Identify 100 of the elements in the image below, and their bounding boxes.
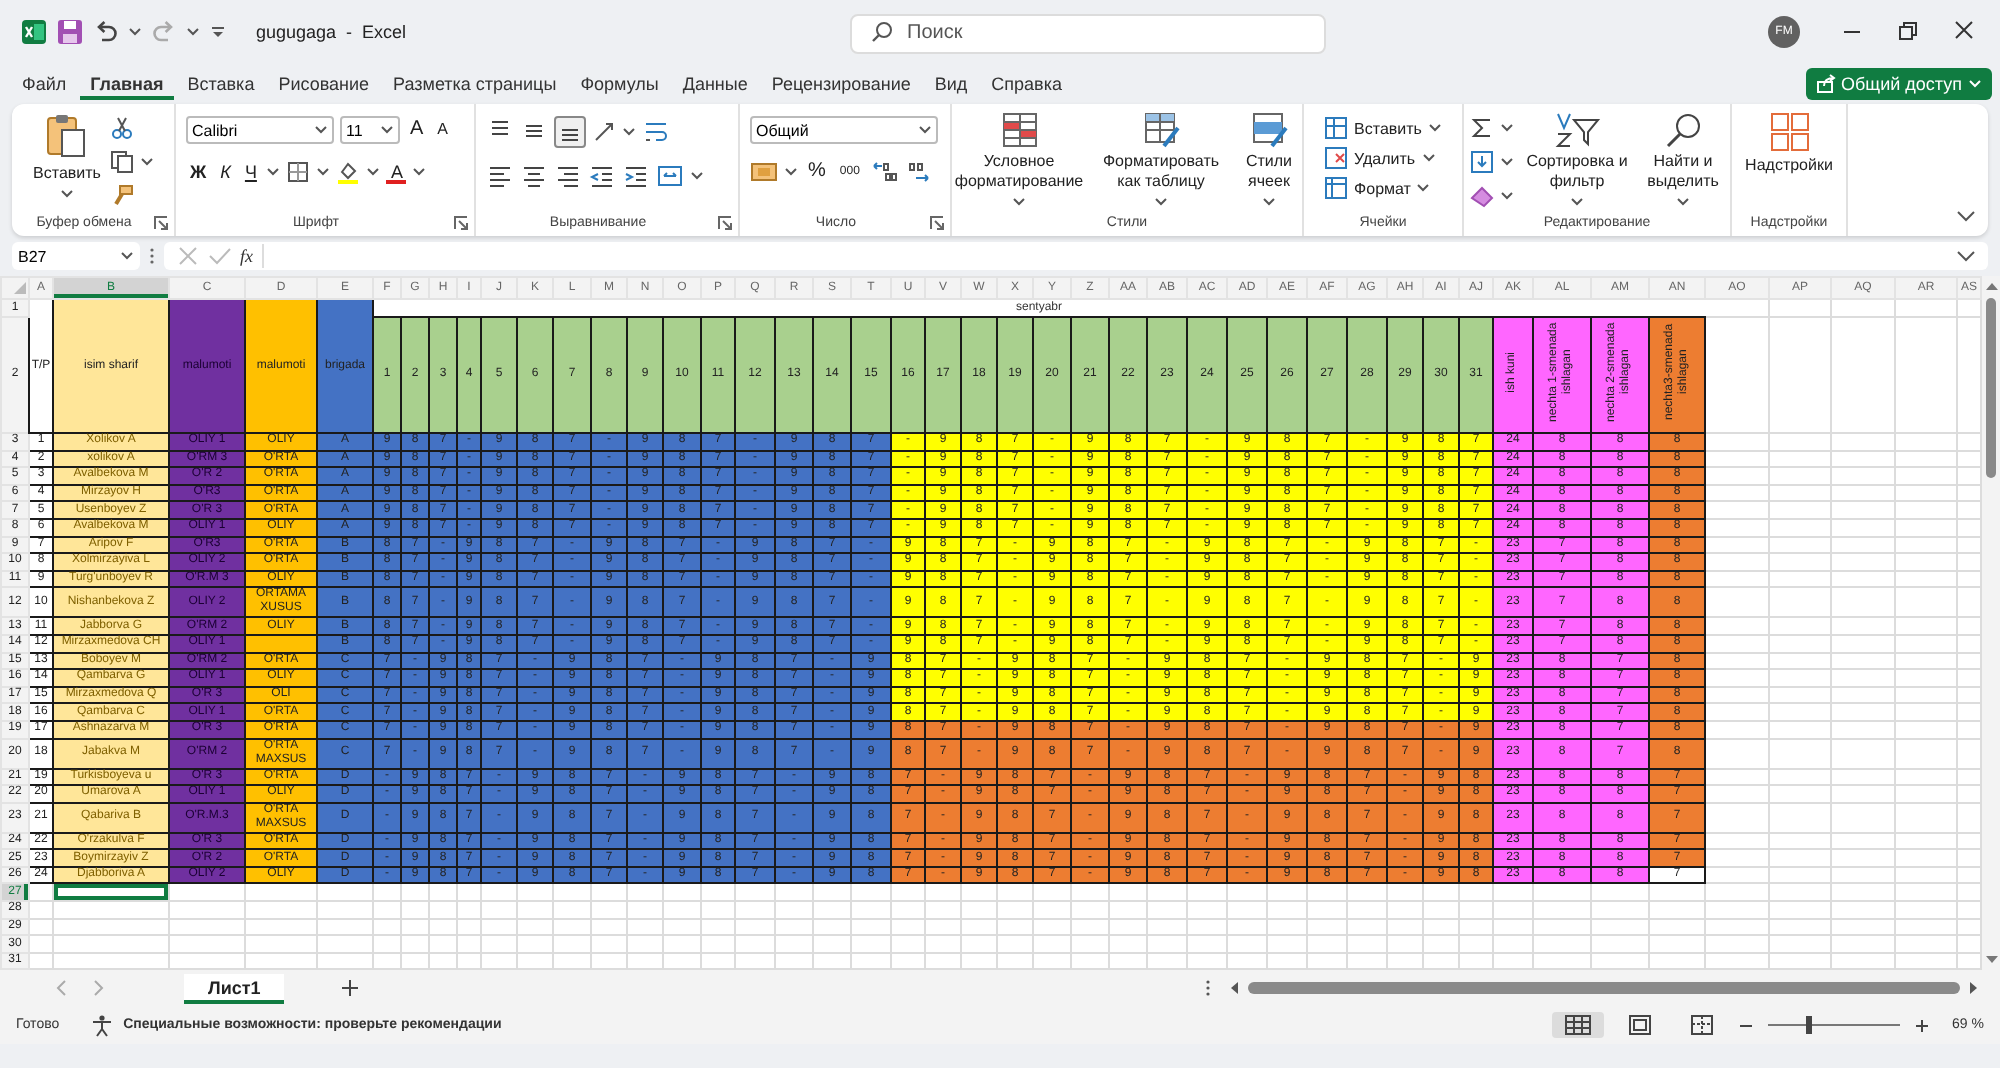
caret-icon[interactable] (690, 170, 704, 182)
dialog-launcher-icon[interactable] (718, 215, 732, 229)
brush-icon[interactable] (110, 184, 135, 208)
paste-button[interactable]: Вставить (31, 112, 103, 200)
style-button[interactable]: Форматировать как таблицу (1095, 112, 1227, 208)
scrollbar-thumb[interactable] (1248, 982, 1960, 995)
caret-icon[interactable] (1499, 156, 1513, 168)
share-button[interactable]: Общий доступ (1805, 68, 1992, 100)
dropdown-icon[interactable] (208, 22, 228, 42)
caret-icon[interactable] (1570, 196, 1584, 208)
copy-icon[interactable] (110, 150, 135, 174)
spreadsheet-icon[interactable] (20, 18, 48, 46)
caret-icon[interactable] (784, 166, 798, 178)
font-color-button[interactable]: A (386, 160, 407, 184)
caret-icon[interactable] (622, 126, 636, 138)
increase-decimal-icon[interactable] (869, 160, 898, 184)
style-button[interactable]: Условное форматирование (951, 112, 1087, 208)
eraser-icon[interactable] (1469, 184, 1493, 208)
menu-tab[interactable]: Главная (80, 68, 174, 100)
caret-icon[interactable] (1499, 122, 1513, 134)
grow-font-button[interactable]: A (406, 118, 428, 142)
search-field[interactable]: Поиск (849, 13, 1326, 53)
align-left-icon[interactable] (486, 164, 514, 188)
layout-view-icon (1626, 1014, 1655, 1037)
align-right-icon[interactable] (554, 164, 582, 188)
menu-tab[interactable]: Рецензирование (761, 68, 921, 100)
caret-icon (918, 124, 932, 136)
more-icon[interactable] (148, 246, 156, 266)
menu-tab[interactable]: Справка (981, 68, 1072, 100)
menu-tab[interactable]: Вид (924, 68, 978, 100)
fill-color-icon[interactable] (336, 160, 361, 184)
scrollbar-thumb[interactable] (1986, 298, 1996, 478)
merge-cells-icon[interactable] (656, 164, 684, 188)
decrease-decimal-icon[interactable] (903, 160, 932, 184)
menu-tab[interactable]: Разметка страницы (383, 68, 567, 100)
add-sheet-icon[interactable] (340, 978, 361, 999)
expand-icon[interactable] (1956, 248, 1976, 264)
editing-button[interactable]: Сортировка и фильтр (1521, 112, 1633, 208)
scissors-icon[interactable] (110, 116, 135, 140)
caret-icon[interactable] (412, 166, 427, 178)
active-cell[interactable] (53, 883, 169, 902)
menu-tab[interactable]: Вставка (177, 68, 265, 100)
caret-icon[interactable] (366, 166, 381, 178)
scroll-left-icon[interactable] (1228, 980, 1240, 997)
cells-button[interactable]: Удалить (1324, 146, 1436, 170)
search-icon (869, 20, 894, 44)
indent-decrease-icon[interactable] (588, 164, 616, 188)
format-field[interactable]: Общий (750, 116, 938, 144)
align-center-icon[interactable] (520, 164, 548, 188)
size-field[interactable]: 11 (340, 116, 400, 144)
font-field[interactable]: Calibri (186, 116, 334, 144)
more-icon[interactable] (1204, 978, 1212, 999)
caret-icon[interactable] (266, 166, 281, 178)
italic-button[interactable]: К (216, 160, 235, 184)
collapse-ribbon-icon[interactable] (1956, 208, 1976, 224)
vertical-align-icon[interactable] (554, 116, 586, 148)
menu-tab[interactable]: Данные (672, 68, 758, 100)
dialog-launcher-icon[interactable] (930, 215, 944, 229)
menu-tab[interactable]: Рисование (268, 68, 380, 100)
cells-button[interactable]: Формат (1324, 176, 1431, 200)
name-box[interactable]: B27 (12, 242, 140, 270)
caret-icon[interactable] (1676, 196, 1690, 208)
dialog-launcher-icon[interactable] (454, 215, 468, 229)
break-view-icon (1688, 1014, 1717, 1037)
dialog-launcher-icon[interactable] (154, 215, 168, 229)
sum-icon[interactable] (1469, 116, 1493, 140)
scroll-right-icon[interactable] (1968, 980, 1980, 997)
indent-increase-icon[interactable] (622, 164, 650, 188)
caret-icon[interactable] (1262, 196, 1276, 208)
currency-icon[interactable] (750, 160, 778, 184)
style-button[interactable]: Стили ячеек (1235, 112, 1303, 208)
bold-button[interactable]: Ж (186, 160, 211, 184)
view-button[interactable] (1552, 1012, 1605, 1039)
menu-tab[interactable]: Формулы (570, 68, 669, 100)
sheet-tab[interactable]: Лист1 (184, 973, 285, 1004)
caret-icon[interactable] (186, 26, 200, 38)
addins-button[interactable]: Надстройки (1735, 112, 1843, 176)
scroll-up-icon[interactable] (1983, 280, 1999, 292)
caret-icon[interactable] (128, 26, 142, 38)
caret-icon[interactable] (1499, 190, 1513, 202)
text-angle-icon[interactable] (592, 120, 616, 144)
caret-icon[interactable] (140, 156, 155, 168)
borders-icon[interactable] (286, 160, 311, 184)
percent-button[interactable]: % (804, 160, 830, 184)
zoom-in-icon[interactable] (1914, 1017, 1931, 1034)
underline-button[interactable]: Ч (240, 160, 261, 184)
menu-tab[interactable]: Файл (12, 68, 77, 100)
caret-icon[interactable] (1012, 196, 1026, 208)
save-icon[interactable] (56, 18, 84, 46)
caret-icon[interactable] (1154, 196, 1168, 208)
function-button[interactable]: fx (240, 246, 253, 266)
wrap-text-icon[interactable] (642, 118, 670, 146)
caret-icon[interactable] (59, 188, 74, 200)
caret-icon[interactable] (316, 166, 331, 178)
cells-button[interactable]: Вставить (1324, 116, 1442, 140)
accessibility-icon[interactable] (89, 1013, 114, 1038)
undo-icon[interactable] (92, 18, 120, 46)
editing-button[interactable]: Найти и выделить (1641, 112, 1725, 208)
shrink-font-button[interactable]: A (433, 118, 453, 142)
fill-down-icon[interactable] (1469, 150, 1493, 174)
